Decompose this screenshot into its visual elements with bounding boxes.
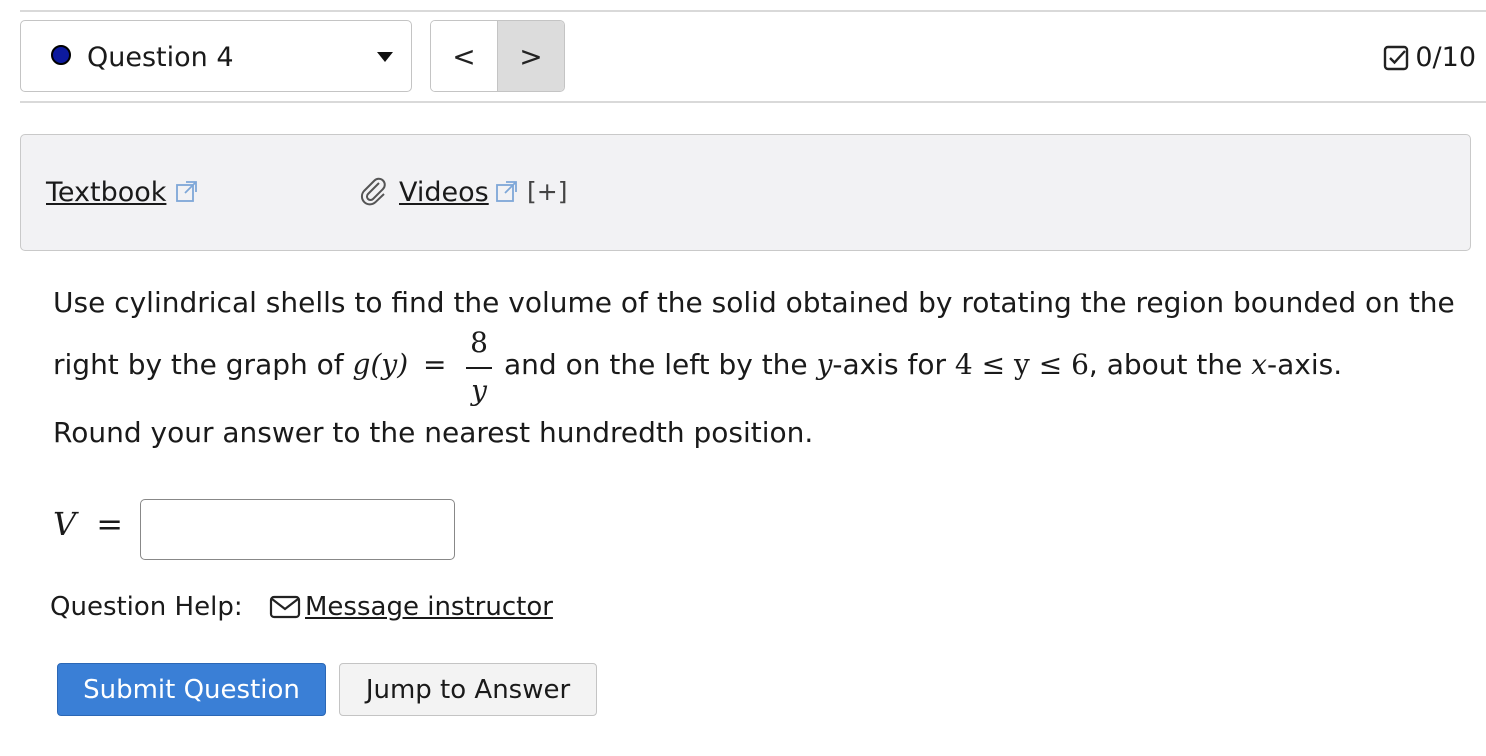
submit-question-button[interactable]: Submit Question — [57, 663, 326, 716]
external-link-icon — [496, 181, 517, 202]
question-nav: < > — [430, 20, 565, 92]
question-text-line-2b: and on the left by the y-axis for 4 ≤ y … — [504, 348, 1343, 381]
top-divider — [20, 10, 1486, 12]
paperclip-icon — [360, 177, 386, 206]
textbook-link[interactable]: Textbook — [46, 177, 166, 208]
expand-resources-button[interactable]: [+] — [527, 177, 567, 206]
question-text-line-3: Round your answer to the nearest hundred… — [53, 416, 814, 449]
jump-to-answer-button[interactable]: Jump to Answer — [339, 663, 597, 716]
answer-label: V = — [53, 505, 124, 543]
question-selector[interactable]: Question 4 — [20, 20, 412, 92]
answer-input[interactable] — [140, 499, 455, 560]
question-status-dot — [51, 45, 71, 65]
caret-down-icon — [377, 52, 393, 62]
header-divider — [20, 101, 1486, 103]
g-of-y-expression: g(y) — [352, 348, 409, 381]
previous-question-button[interactable]: < — [431, 21, 497, 91]
resources-panel: Textbook Videos [+] — [20, 134, 1471, 251]
checkbox-icon — [1384, 45, 1409, 70]
score-value: 0/10 — [1415, 42, 1476, 73]
question-text-line-2: right by the graph of g(y) = — [53, 348, 447, 381]
question-text-line-1: Use cylindrical shells to find the volum… — [53, 286, 1455, 319]
chevron-right-icon: > — [519, 39, 543, 73]
videos-link[interactable]: Videos — [399, 177, 489, 208]
message-instructor-link[interactable]: Message instructor — [269, 592, 553, 622]
chevron-left-icon: < — [452, 39, 476, 73]
y-range: 4 ≤ y ≤ 6 — [954, 348, 1089, 381]
question-help-label: Question Help: — [50, 592, 243, 622]
envelope-icon — [269, 595, 301, 619]
score-display: 0/10 — [1383, 42, 1476, 73]
external-link-icon — [176, 181, 197, 202]
message-instructor-label: Message instructor — [305, 592, 553, 622]
question-selector-label: Question 4 — [87, 42, 234, 73]
next-question-button[interactable]: > — [497, 21, 564, 91]
